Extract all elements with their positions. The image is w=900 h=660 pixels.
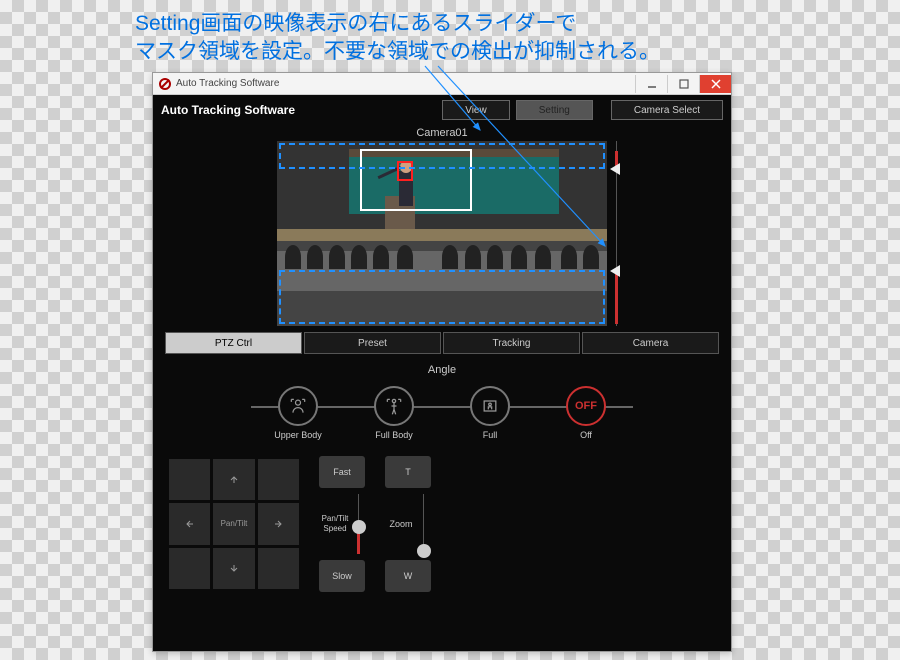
zoom-slider[interactable] xyxy=(421,494,427,554)
nav-camera-select[interactable]: Camera Select xyxy=(611,100,723,120)
speed-slider[interactable] xyxy=(356,494,362,554)
mask-slider-fill-bottom xyxy=(615,269,618,324)
dpad-center[interactable]: Pan/Tilt xyxy=(213,503,254,544)
dpad-left[interactable] xyxy=(169,503,210,544)
tab-preset[interactable]: Preset xyxy=(304,332,441,354)
angle-upper-label: Upper Body xyxy=(274,430,322,440)
annotation-text: Setting画面の映像表示の右にあるスライダーで マスク領域を設定。不要な領域… xyxy=(135,10,660,67)
zoom-slider-thumb[interactable] xyxy=(417,544,431,558)
maximize-button[interactable] xyxy=(667,75,699,93)
control-tabs: PTZ Ctrl Preset Tracking Camera xyxy=(153,332,731,354)
speed-fast-button[interactable]: Fast xyxy=(319,456,365,488)
minimize-button[interactable] xyxy=(635,75,667,93)
preview-area xyxy=(277,141,607,326)
top-nav: Auto Tracking Software View Setting Came… xyxy=(153,95,731,125)
tab-ptz[interactable]: PTZ Ctrl xyxy=(165,332,302,354)
angle-off[interactable]: OFF Off xyxy=(538,386,634,440)
annotation-line2: マスク領域を設定。不要な領域での検出が抑制される。 xyxy=(135,40,660,63)
titlebar: Auto Tracking Software xyxy=(153,73,731,95)
zoom-column: T Zoom W xyxy=(385,456,431,592)
angle-section-label: Angle xyxy=(153,364,731,376)
mask-region-top xyxy=(279,143,605,169)
nav-view[interactable]: View xyxy=(442,100,510,120)
upper-body-icon xyxy=(278,386,318,426)
dpad-down[interactable] xyxy=(213,548,254,589)
zoom-label: Zoom xyxy=(389,519,412,529)
tab-tracking[interactable]: Tracking xyxy=(443,332,580,354)
angle-full-label: Full xyxy=(483,430,498,440)
angle-row: Upper Body Full Body Full OFF Off xyxy=(153,386,731,440)
speed-label: Pan/Tilt Speed xyxy=(322,514,349,533)
dpad-downleft[interactable] xyxy=(169,548,210,589)
angle-full-body[interactable]: Full Body xyxy=(346,386,442,440)
full-body-icon xyxy=(374,386,414,426)
app-title: Auto Tracking Software xyxy=(161,103,295,117)
window-title: Auto Tracking Software xyxy=(176,78,279,89)
zoom-tele-button[interactable]: T xyxy=(385,456,431,488)
dpad-upright[interactable] xyxy=(258,459,299,500)
speed-column: Fast Pan/Tilt Speed Slow xyxy=(319,456,365,592)
angle-fullbody-label: Full Body xyxy=(375,430,413,440)
app-icon xyxy=(159,78,171,90)
mask-region-bottom xyxy=(279,270,605,324)
dpad-up[interactable] xyxy=(213,459,254,500)
full-icon xyxy=(470,386,510,426)
nav-setting[interactable]: Setting xyxy=(516,100,593,120)
app-window: Auto Tracking Software Auto Tracking Sof… xyxy=(152,72,732,652)
mask-slider-thumb-bottom[interactable] xyxy=(610,265,620,277)
angle-off-label: Off xyxy=(580,430,592,440)
annotation-line1: Setting画面の映像表示の右にあるスライダーで xyxy=(135,12,576,35)
camera-name: Camera01 xyxy=(153,127,731,139)
dpad-downright[interactable] xyxy=(258,548,299,589)
speed-slider-thumb[interactable] xyxy=(352,520,366,534)
angle-upper-body[interactable]: Upper Body xyxy=(250,386,346,440)
speed-slow-button[interactable]: Slow xyxy=(319,560,365,592)
tab-camera[interactable]: Camera xyxy=(582,332,719,354)
app-body: Auto Tracking Software View Setting Came… xyxy=(153,95,731,651)
dpad-upleft[interactable] xyxy=(169,459,210,500)
mask-slider-thumb-top[interactable] xyxy=(610,163,620,175)
controls-row: Pan/Tilt Fast Pan/Tilt Speed Slow xyxy=(153,452,731,596)
mask-slider[interactable] xyxy=(613,141,621,326)
zoom-wide-button[interactable]: W xyxy=(385,560,431,592)
off-icon: OFF xyxy=(566,386,606,426)
angle-full[interactable]: Full xyxy=(442,386,538,440)
dpad-right[interactable] xyxy=(258,503,299,544)
window-buttons xyxy=(635,75,731,93)
scene-platform xyxy=(277,229,607,241)
close-button[interactable] xyxy=(699,75,731,93)
pan-tilt-dpad: Pan/Tilt xyxy=(169,459,299,589)
